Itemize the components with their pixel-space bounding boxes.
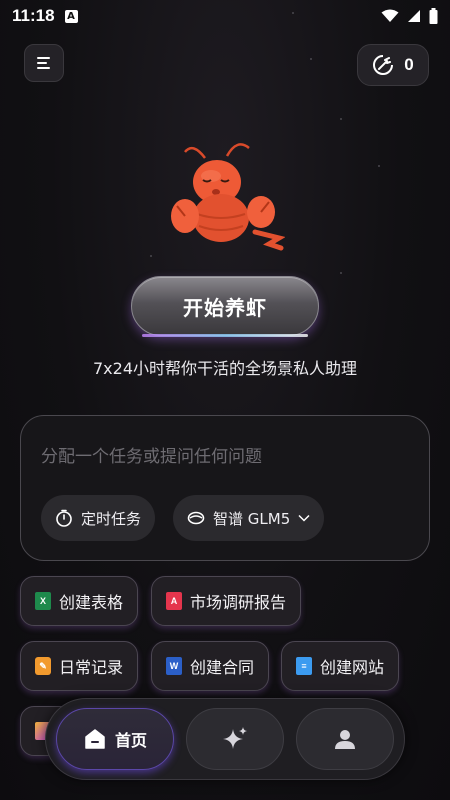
tab-profile[interactable] bbox=[296, 708, 394, 770]
menu-button[interactable] bbox=[24, 44, 64, 82]
bottom-tab-bar: 首页 bbox=[45, 698, 405, 780]
shrimp-coin-icon bbox=[373, 55, 394, 75]
quick-action-label: 市场调研报告 bbox=[190, 593, 287, 612]
excel-icon: X bbox=[35, 592, 51, 610]
credit-button[interactable]: 0 bbox=[357, 44, 429, 86]
background-star bbox=[340, 118, 342, 120]
quick-action-label: 日常记录 bbox=[59, 658, 124, 677]
tab-home[interactable]: 首页 bbox=[56, 708, 174, 770]
pdf-icon: A bbox=[166, 592, 182, 610]
signal-icon bbox=[408, 10, 420, 22]
task-input-placeholder[interactable]: 分配一个任务或提问任何问题 bbox=[41, 442, 262, 467]
background-star bbox=[150, 255, 152, 257]
start-button-label: 开始养虾 bbox=[183, 295, 267, 320]
home-icon bbox=[85, 729, 105, 749]
background-star bbox=[340, 272, 342, 274]
model-selector[interactable]: 智谱 GLM5 bbox=[173, 495, 325, 541]
tab-home-label: 首页 bbox=[114, 731, 147, 750]
scheduled-task-button[interactable]: 定时任务 bbox=[41, 495, 156, 541]
notification-badge: A bbox=[64, 9, 78, 23]
tab-ai[interactable] bbox=[186, 708, 284, 770]
lobster-mascot bbox=[171, 143, 285, 251]
zhipu-logo-icon bbox=[187, 511, 205, 525]
word-icon: W bbox=[166, 657, 182, 675]
quick-action-label: 创建表格 bbox=[59, 593, 124, 612]
status-bar: 11:18 A bbox=[0, 0, 450, 32]
quick-action-create-sheet[interactable]: X 创建表格 bbox=[20, 576, 139, 626]
quick-action-market-report[interactable]: A 市场调研报告 bbox=[151, 576, 302, 626]
background-star bbox=[378, 165, 380, 167]
quick-action-create-contract[interactable]: W 创建合同 bbox=[151, 641, 270, 691]
chevron-down-icon bbox=[298, 514, 310, 522]
website-icon: ≡ bbox=[296, 657, 312, 675]
hamburger-icon bbox=[37, 57, 50, 69]
background-star bbox=[310, 58, 312, 60]
scheduled-task-label: 定时任务 bbox=[81, 509, 142, 528]
quick-action-daily-log[interactable]: ✎ 日常记录 bbox=[20, 641, 139, 691]
quick-action-label: 创建合同 bbox=[190, 658, 255, 677]
subtitle: 7x24小时帮你干活的全场景私人助理 bbox=[92, 359, 357, 378]
quick-action-create-website[interactable]: ≡ 创建网站 bbox=[281, 641, 400, 691]
note-icon: ✎ bbox=[35, 657, 51, 675]
quick-action-label: 创建网站 bbox=[320, 658, 385, 677]
timer-icon bbox=[56, 509, 72, 527]
credit-count: 0 bbox=[404, 55, 414, 74]
status-time: 11:18 bbox=[12, 6, 55, 25]
start-button[interactable]: 开始养虾 bbox=[131, 276, 319, 337]
task-input-card[interactable]: 分配一个任务或提问任何问题 定时任务 智谱 GLM5 bbox=[20, 415, 430, 561]
battery-icon bbox=[429, 8, 438, 24]
sparkle-icon bbox=[223, 727, 247, 749]
model-label: 智谱 GLM5 bbox=[213, 509, 291, 528]
profile-icon bbox=[335, 730, 355, 749]
wifi-icon bbox=[381, 9, 399, 22]
